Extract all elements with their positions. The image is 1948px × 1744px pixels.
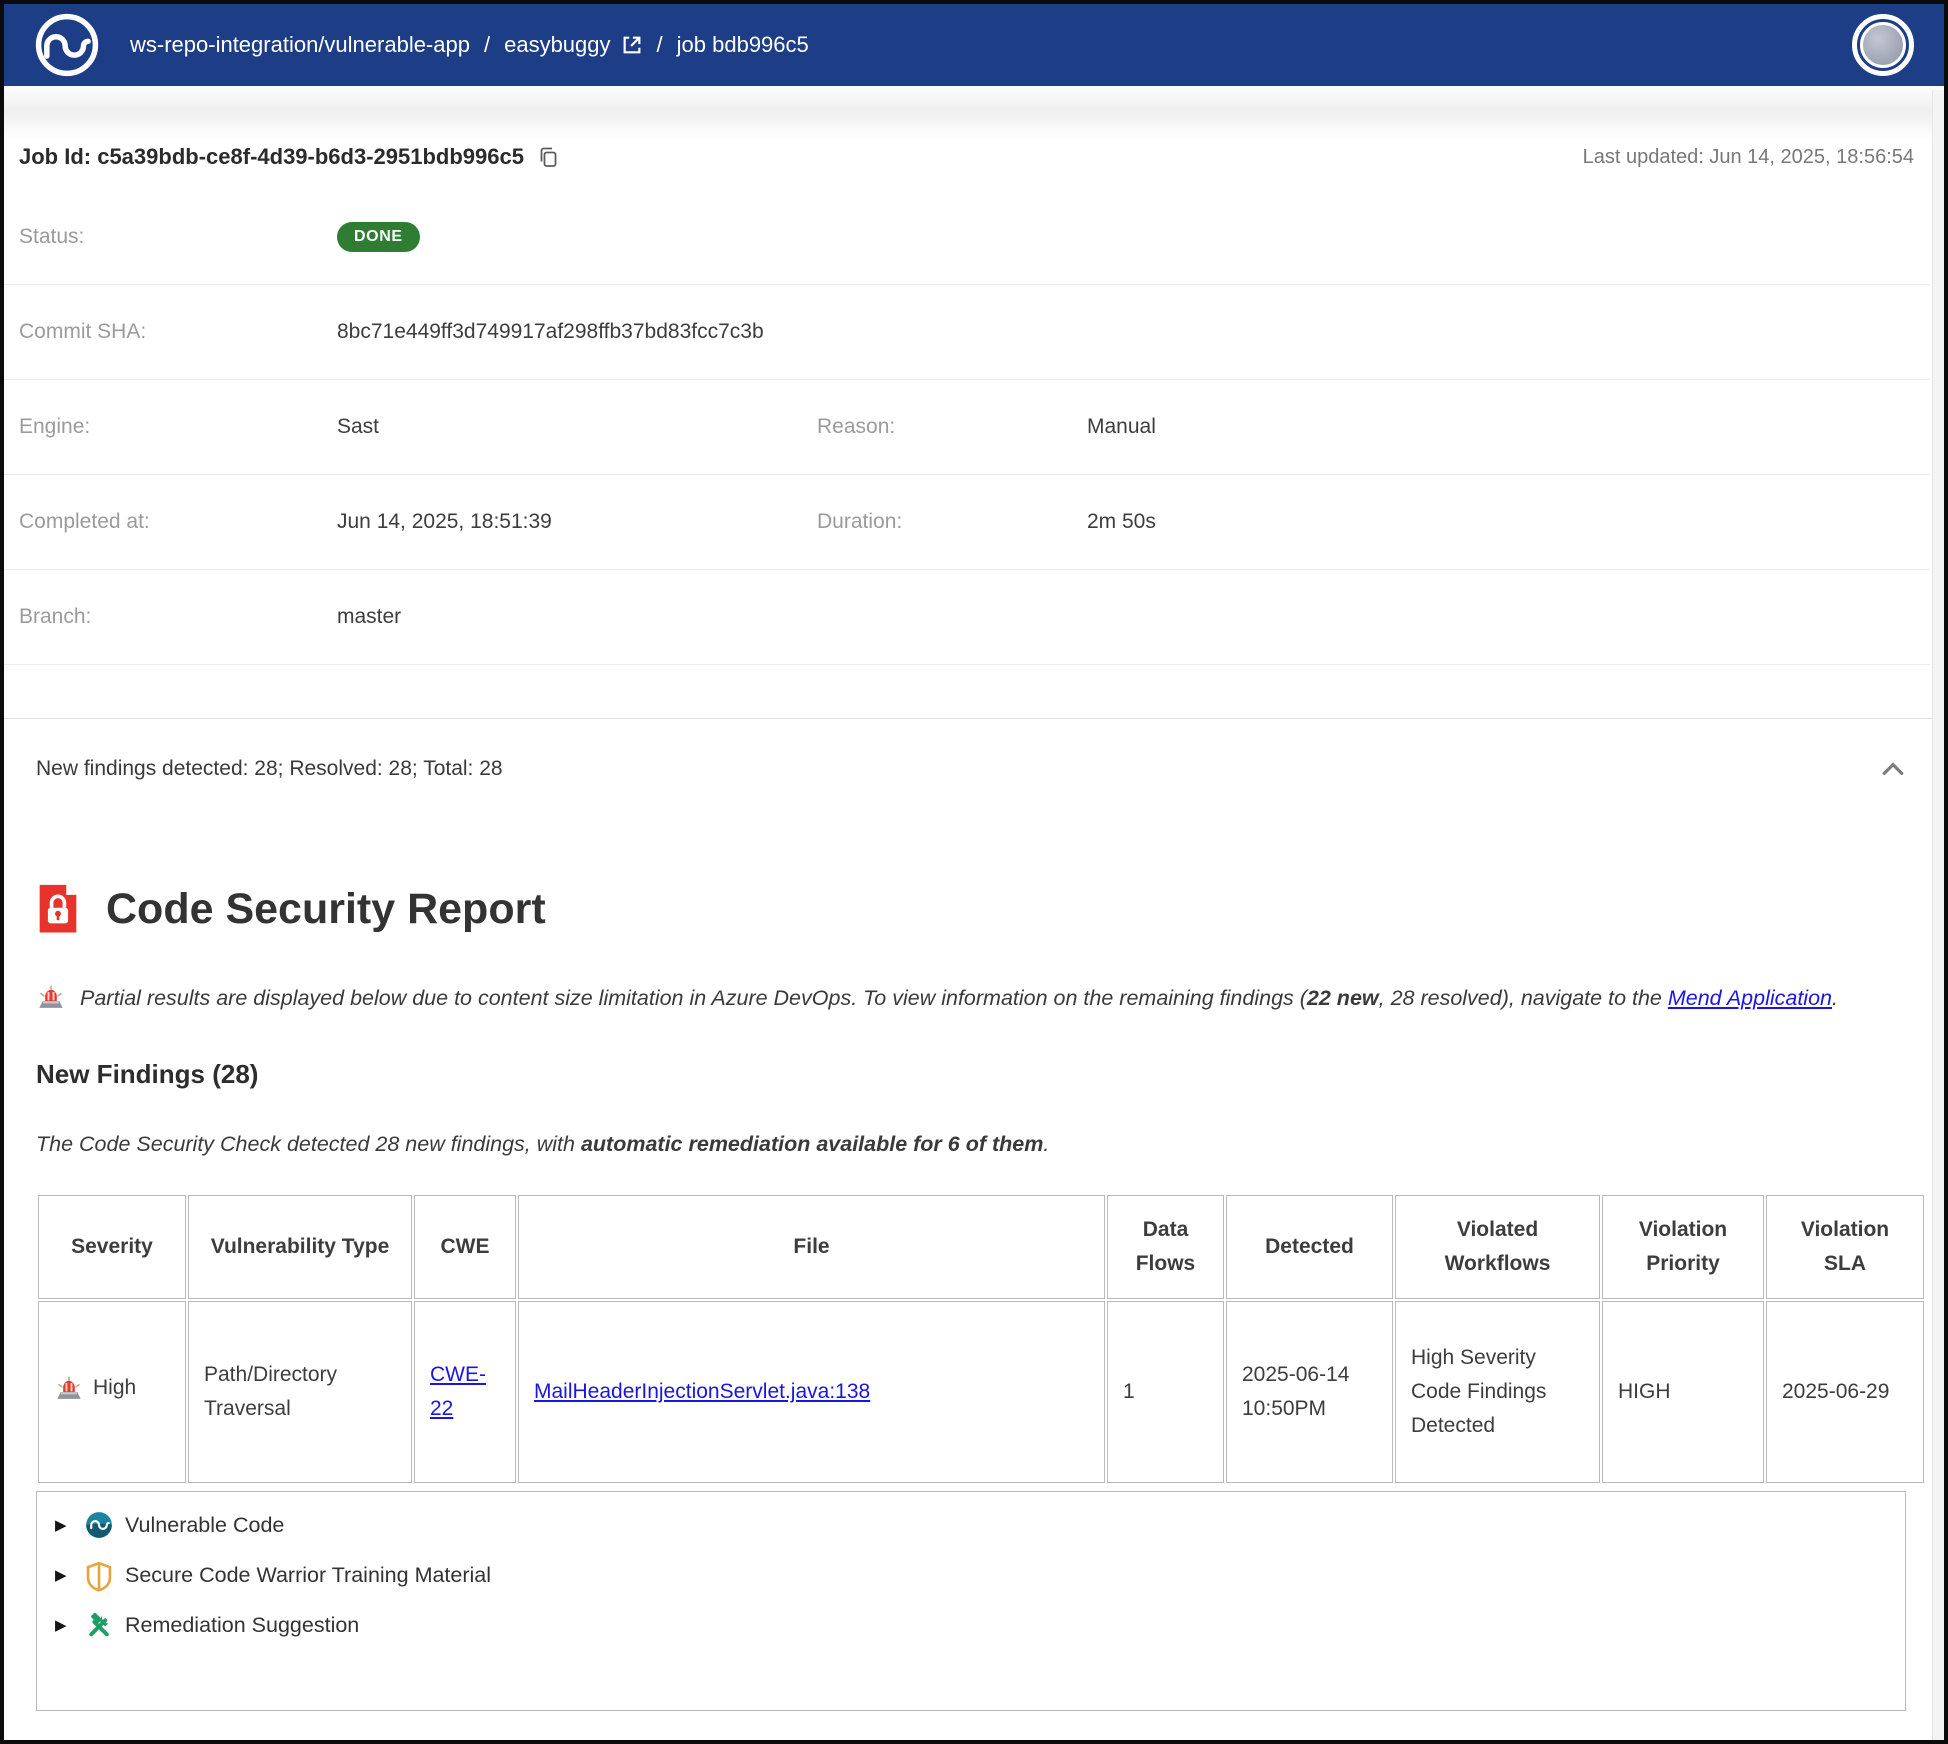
user-avatar[interactable]	[1852, 14, 1914, 76]
mend-logo-icon	[34, 12, 100, 78]
file-cell: MailHeaderInjectionServlet.java:138	[518, 1301, 1105, 1483]
last-updated: Last updated: Jun 14, 2025, 18:56:54	[1583, 146, 1914, 169]
completed-duration-row: Completed at: Jun 14, 2025, 18:51:39 Dur…	[4, 474, 1930, 569]
high-severity-siren-icon	[54, 1373, 84, 1403]
mend-icon	[85, 1511, 113, 1539]
branch-row: Branch: master	[4, 569, 1930, 664]
job-header-row: Job Id: c5a39bdb-ce8f-4d39-b6d3-2951bdb9…	[4, 140, 1944, 170]
breadcrumb-separator: /	[484, 32, 490, 58]
external-link-icon	[621, 34, 643, 56]
vulnerable-code-expander[interactable]: ▶ Vulnerable Code	[37, 1500, 1905, 1550]
status-value: DONE	[337, 222, 1930, 252]
severity-value: High	[93, 1371, 136, 1405]
commit-sha-value: 8bc71e449ff3d749917af298ffb37bd83fcc7c3b	[337, 320, 1930, 344]
table-row: High Path/Directory Traversal CWE-22 Mai…	[38, 1301, 1924, 1483]
top-navigation-bar: ws-repo-integration/vulnerable-app / eas…	[4, 4, 1944, 86]
notice-text-2: , 28 resolved), navigate to the	[1379, 986, 1668, 1010]
breadcrumb-repo[interactable]: ws-repo-integration/vulnerable-app	[130, 32, 470, 58]
tools-icon	[85, 1611, 113, 1639]
cwe-link[interactable]: CWE-22	[430, 1363, 486, 1420]
completed-at-label: Completed at:	[19, 510, 337, 534]
notice-count-new: 22 new	[1307, 986, 1379, 1010]
scrollbar[interactable]	[1932, 90, 1944, 1740]
avatar-image	[1860, 22, 1906, 68]
code-security-report: Code Security Report Partial results are…	[4, 883, 1944, 1711]
collapse-findings-button[interactable]	[1878, 754, 1908, 784]
findings-summary-bar[interactable]: New findings detected: 28; Resolved: 28;…	[4, 718, 1944, 819]
triangle-right-icon: ▶	[55, 1516, 73, 1534]
col-header-violation-priority: Violation Priority	[1602, 1195, 1764, 1299]
breadcrumb-project-link[interactable]: easybuggy	[504, 32, 642, 58]
col-header-severity: Severity	[38, 1195, 186, 1299]
job-details: Status: DONE Commit SHA: 8bc71e449ff3d74…	[4, 190, 1944, 665]
finding-details-box: ▶ Vulnerable Code ▶	[36, 1491, 1906, 1711]
copy-job-id-button[interactable]	[536, 145, 560, 169]
vulnerable-code-label: Vulnerable Code	[125, 1513, 284, 1538]
notice-text-1: Partial results are displayed below due …	[80, 986, 1307, 1010]
summary-text-1: The Code Security Check detected 28 new …	[36, 1132, 581, 1156]
violation-sla-cell: 2025-06-29	[1766, 1301, 1924, 1483]
report-title-row: Code Security Report	[36, 883, 1904, 935]
status-row: Status: DONE	[4, 190, 1930, 284]
vulnerability-type-cell: Path/Directory Traversal	[188, 1301, 412, 1483]
siren-icon	[36, 982, 66, 1012]
data-flows-cell: 1	[1107, 1301, 1224, 1483]
violated-workflows-cell: High Severity Code Findings Detected	[1395, 1301, 1600, 1483]
findings-summary-sentence: The Code Security Check detected 28 new …	[36, 1132, 1904, 1157]
commit-sha-label: Commit SHA:	[19, 320, 337, 344]
completed-at-value: Jun 14, 2025, 18:51:39	[337, 510, 817, 534]
notice-text-3: .	[1832, 986, 1838, 1010]
engine-value: Sast	[337, 415, 817, 439]
col-header-vulnerability-type: Vulnerability Type	[188, 1195, 412, 1299]
engine-reason-row: Engine: Sast Reason: Manual	[4, 379, 1930, 474]
new-findings-heading: New Findings (28)	[36, 1059, 1904, 1090]
job-id: Job Id: c5a39bdb-ce8f-4d39-b6d3-2951bdb9…	[19, 144, 524, 170]
col-header-detected: Detected	[1226, 1195, 1393, 1299]
severity-cell: High	[38, 1301, 186, 1483]
partial-results-notice: Partial results are displayed below due …	[36, 979, 1904, 1017]
duration-label: Duration:	[817, 510, 1087, 534]
app-window: ws-repo-integration/vulnerable-app / eas…	[0, 0, 1948, 1744]
breadcrumb-job: job bdb996c5	[677, 32, 809, 58]
triangle-right-icon: ▶	[55, 1616, 73, 1634]
training-material-expander[interactable]: ▶ Secure Code Warrior Training Material	[37, 1550, 1905, 1600]
reason-value: Manual	[1087, 415, 1930, 439]
findings-table: Severity Vulnerability Type CWE File Dat…	[36, 1193, 1926, 1485]
reason-label: Reason:	[817, 415, 1087, 439]
training-material-label: Secure Code Warrior Training Material	[125, 1563, 491, 1588]
locked-document-icon	[36, 883, 80, 935]
breadcrumb-project-label: easybuggy	[504, 32, 610, 58]
header-shadow	[4, 86, 1944, 140]
col-header-violated-workflows: Violated Workflows	[1395, 1195, 1600, 1299]
col-header-violation-sla: Violation SLA	[1766, 1195, 1924, 1299]
col-header-data-flows: Data Flows	[1107, 1195, 1224, 1299]
engine-label: Engine:	[19, 415, 337, 439]
remediation-suggestion-expander[interactable]: ▶ Remediation Suggestion	[37, 1600, 1905, 1650]
duration-value: 2m 50s	[1087, 510, 1930, 534]
detected-cell: 2025-06-14 10:50PM	[1226, 1301, 1393, 1483]
status-label: Status:	[19, 225, 337, 249]
mend-application-link[interactable]: Mend Application	[1668, 986, 1832, 1010]
table-header-row: Severity Vulnerability Type CWE File Dat…	[38, 1195, 1924, 1299]
shield-icon	[85, 1561, 113, 1589]
commit-row: Commit SHA: 8bc71e449ff3d749917af298ffb3…	[4, 284, 1930, 379]
branch-value: master	[337, 605, 1930, 629]
findings-summary-text: New findings detected: 28; Resolved: 28;…	[36, 757, 503, 781]
breadcrumb-separator: /	[657, 32, 663, 58]
page-title: Code Security Report	[106, 885, 546, 934]
breadcrumb: ws-repo-integration/vulnerable-app / eas…	[130, 32, 809, 58]
remediation-suggestion-label: Remediation Suggestion	[125, 1613, 359, 1638]
col-header-file: File	[518, 1195, 1105, 1299]
cwe-cell: CWE-22	[414, 1301, 516, 1483]
summary-remediation-bold: automatic remediation available for 6 of…	[581, 1132, 1043, 1156]
triangle-right-icon: ▶	[55, 1566, 73, 1584]
violation-priority-cell: HIGH	[1602, 1301, 1764, 1483]
col-header-cwe: CWE	[414, 1195, 516, 1299]
branch-label: Branch:	[19, 605, 337, 629]
status-badge: DONE	[337, 222, 420, 252]
spacer	[4, 665, 1944, 718]
file-link[interactable]: MailHeaderInjectionServlet.java:138	[534, 1380, 870, 1403]
summary-text-2: .	[1043, 1132, 1049, 1156]
